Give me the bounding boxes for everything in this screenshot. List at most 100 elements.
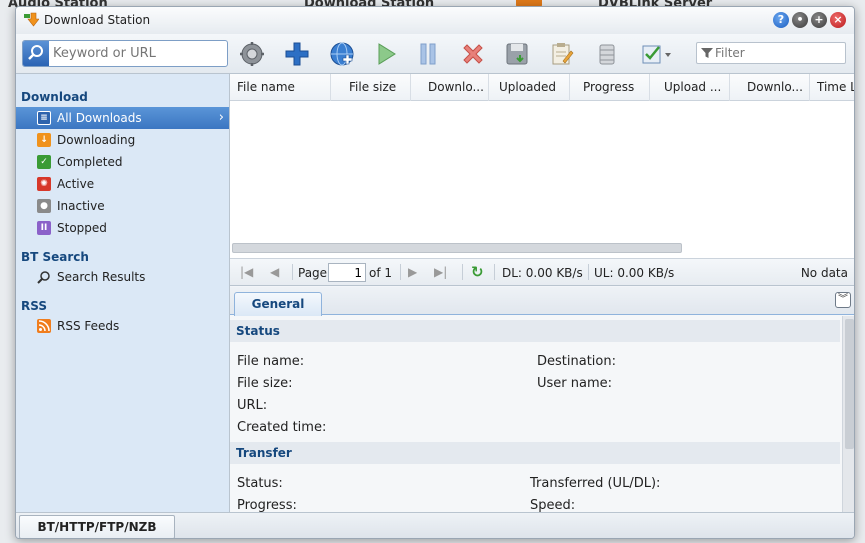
- magnifier-icon: [37, 270, 51, 284]
- down-arrow-icon: ↓: [37, 133, 51, 147]
- field-url: URL:: [237, 398, 268, 413]
- check-icon: ✓: [37, 155, 51, 169]
- sidebar-section-download: Download: [21, 90, 88, 104]
- upload-speed: UL: 0.00 KB/s: [594, 266, 675, 280]
- field-destination: Destination:: [537, 354, 616, 369]
- column-header-download-speed[interactable]: Downlo...: [730, 74, 810, 101]
- sidebar: Download ≡ All Downloads › ↓ Downloading…: [16, 74, 230, 512]
- sidebar-item-completed[interactable]: ✓ Completed: [16, 151, 229, 173]
- download-station-window: Download Station ? • + × Keyword or URL …: [15, 6, 855, 539]
- field-file-name: File name:: [237, 354, 305, 369]
- title-bar[interactable]: Download Station ? • + ×: [16, 7, 854, 34]
- sidebar-item-downloading[interactable]: ↓ Downloading: [16, 129, 229, 151]
- sidebar-item-rss-feeds[interactable]: RSS Feeds: [16, 315, 229, 337]
- scrollbar-thumb[interactable]: [845, 319, 854, 449]
- field-user-name: User name:: [537, 376, 613, 391]
- settings-button[interactable]: [238, 41, 266, 67]
- play-icon: [378, 43, 396, 65]
- delete-icon: [463, 44, 483, 64]
- column-header-file-size[interactable]: File size: [331, 74, 411, 101]
- double-chevron-down-icon: ︾: [838, 294, 848, 305]
- delete-button[interactable]: [459, 41, 487, 67]
- add-button[interactable]: [283, 41, 311, 67]
- sidebar-item-label: Stopped: [57, 221, 107, 235]
- sidebar-item-label: Search Results: [57, 270, 146, 284]
- sidebar-item-all-downloads[interactable]: ≡ All Downloads ›: [16, 107, 229, 129]
- close-icon[interactable]: ×: [830, 12, 846, 28]
- field-speed: Speed:: [530, 498, 576, 513]
- maximize-icon[interactable]: +: [811, 12, 827, 28]
- detail-panel: General ︾ Status File name: File size: U…: [230, 287, 854, 513]
- inactive-icon: ●: [37, 199, 51, 213]
- filter-input[interactable]: [715, 45, 840, 61]
- no-data-label: No data: [800, 266, 848, 280]
- column-header-uploaded[interactable]: Uploaded: [489, 74, 570, 101]
- sidebar-item-label: Completed: [57, 155, 123, 169]
- edit-button[interactable]: [548, 41, 576, 67]
- column-header-file-name[interactable]: File name: [230, 74, 331, 101]
- column-header-progress[interactable]: Progress: [570, 74, 650, 101]
- save-button[interactable]: [503, 41, 531, 67]
- add-url-button[interactable]: [328, 41, 356, 67]
- field-created-time: Created time:: [237, 420, 327, 435]
- sidebar-section-rss: RSS: [21, 299, 47, 313]
- first-page-icon[interactable]: |◀: [240, 265, 253, 279]
- pager-separator: [494, 264, 495, 280]
- toolbar: [16, 34, 854, 74]
- status-group-heading: Status: [230, 320, 840, 342]
- tab-bt-http-ftp-nzb[interactable]: BT/HTTP/FTP/NZB: [19, 515, 175, 538]
- field-progress: Progress:: [237, 498, 297, 513]
- horizontal-scrollbar[interactable]: [232, 243, 682, 253]
- active-icon: ✺: [37, 177, 51, 191]
- refresh-icon[interactable]: ↻: [471, 263, 484, 281]
- filter-box: [696, 42, 846, 64]
- sidebar-item-label: Inactive: [57, 199, 105, 213]
- download-station-icon: [24, 12, 39, 27]
- vertical-scrollbar[interactable]: [842, 316, 854, 512]
- database-icon: [599, 44, 615, 65]
- resume-button[interactable]: [372, 41, 400, 67]
- save-icon: [506, 43, 528, 65]
- grid-header: File name File size Downlo... Uploaded P…: [230, 74, 854, 101]
- page-number-input[interactable]: [328, 263, 366, 282]
- tab-general[interactable]: General: [234, 292, 322, 316]
- search-input[interactable]: [53, 44, 223, 63]
- last-page-icon[interactable]: ▶|: [434, 265, 447, 279]
- field-file-size: File size:: [237, 376, 293, 391]
- minimize-icon[interactable]: •: [792, 12, 808, 28]
- chevron-right-icon: ›: [218, 110, 224, 125]
- edit-icon: [552, 43, 574, 65]
- sidebar-item-active[interactable]: ✺ Active: [16, 173, 229, 195]
- column-header-downloaded[interactable]: Downlo...: [411, 74, 489, 101]
- collapse-panel-button[interactable]: ︾: [835, 292, 851, 308]
- select-menu-button[interactable]: [640, 41, 676, 67]
- database-button[interactable]: [593, 41, 621, 67]
- magnifier-icon: [28, 45, 43, 60]
- gear-icon: [240, 42, 264, 66]
- help-icon[interactable]: ?: [773, 12, 789, 28]
- pager-separator: [462, 264, 463, 280]
- pause-button[interactable]: [414, 41, 442, 67]
- pager-separator: [400, 264, 401, 280]
- pager-separator: [588, 264, 589, 280]
- field-status: Status:: [237, 476, 283, 491]
- sidebar-item-inactive[interactable]: ● Inactive: [16, 195, 229, 217]
- funnel-icon: [701, 48, 713, 58]
- sidebar-item-label: All Downloads: [57, 111, 142, 125]
- next-page-icon[interactable]: ▶: [408, 265, 417, 279]
- search-box: [22, 40, 228, 67]
- sidebar-item-search-results[interactable]: Search Results: [16, 266, 229, 288]
- search-button[interactable]: [23, 41, 49, 66]
- rss-icon: [37, 319, 51, 333]
- transfer-group-heading: Transfer: [230, 442, 840, 464]
- column-header-upload-speed[interactable]: Upload ...: [650, 74, 730, 101]
- sidebar-item-stopped[interactable]: II Stopped: [16, 217, 229, 239]
- prev-page-icon[interactable]: ◀: [270, 265, 279, 279]
- list-icon: ≡: [37, 111, 51, 125]
- pagination-bar: |◀ ◀ Page of 1 ▶ ▶| ↻ DL: 0.00 KB/s UL: …: [230, 258, 854, 286]
- check-icon: [642, 45, 671, 64]
- field-transferred: Transferred (UL/DL):: [530, 476, 661, 491]
- column-header-time-left[interactable]: Time L: [810, 74, 854, 101]
- sidebar-item-label: Downloading: [57, 133, 136, 147]
- sidebar-section-bt-search: BT Search: [21, 250, 89, 264]
